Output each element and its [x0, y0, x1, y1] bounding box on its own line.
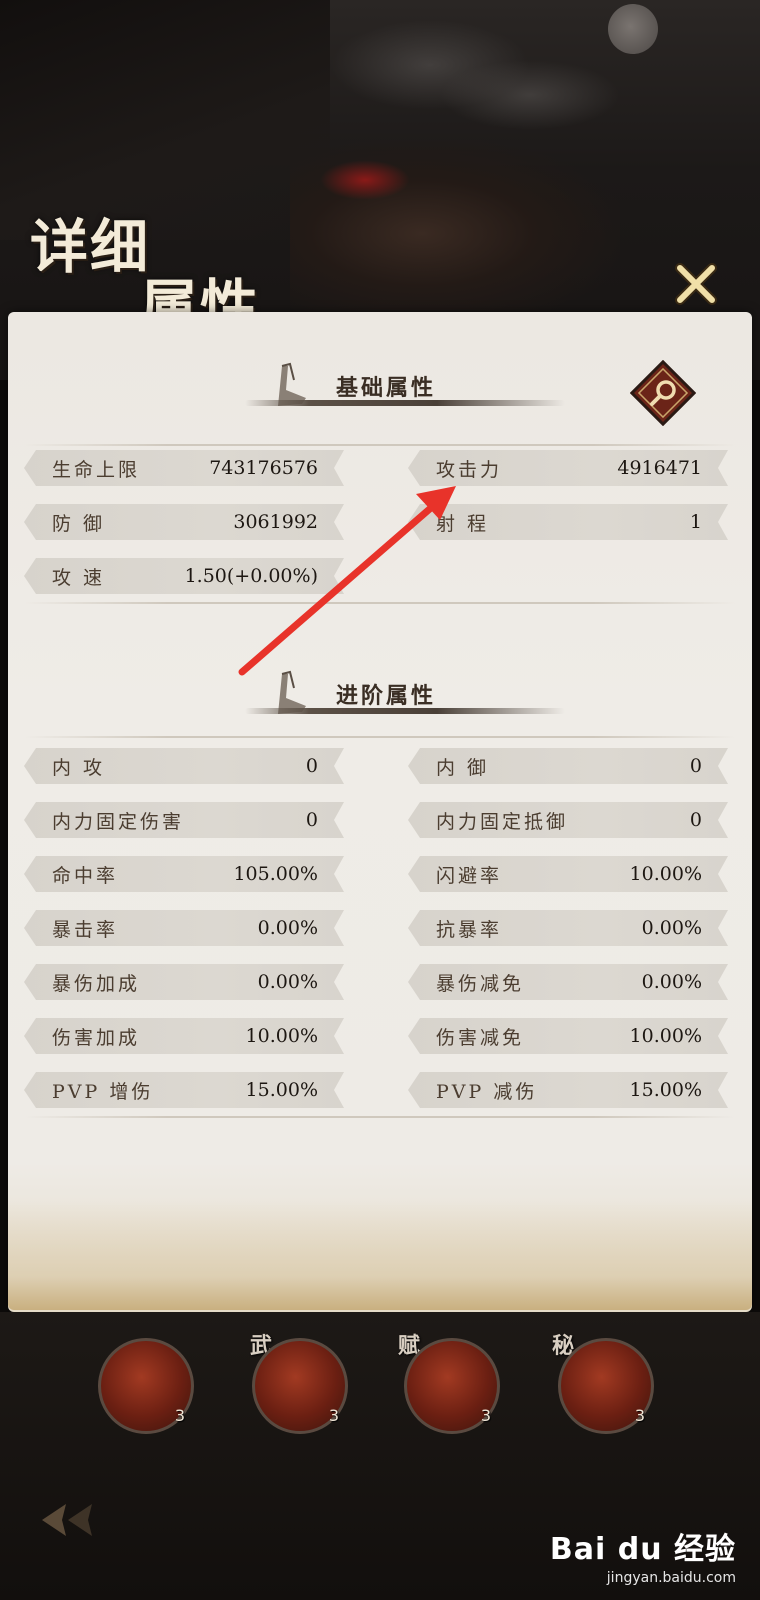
close-icon — [675, 263, 717, 305]
advanced-section-header: 进阶属性 — [0, 670, 760, 730]
stat-hp-max: 生命上限 743176576 — [24, 450, 344, 486]
stat-crit-rate: 暴击率 0.00% — [24, 910, 344, 946]
moon — [608, 4, 658, 54]
stat-label: 防 御 — [52, 512, 106, 535]
skill-slot-4[interactable]: 3 — [558, 1338, 654, 1434]
advanced-section-title: 进阶属性 — [336, 683, 437, 709]
stat-label: 内 御 — [436, 756, 490, 779]
stat-label: 伤害减免 — [436, 1026, 525, 1049]
back-arrow-icon — [42, 1504, 92, 1536]
stat-inner-attack: 内 攻 0 — [24, 748, 344, 784]
skill-slot-2[interactable]: 3 — [252, 1338, 348, 1434]
divider — [25, 736, 735, 738]
stat-inner-fixed-damage: 内力固定伤害 0 — [24, 802, 344, 838]
stat-value: 0.00% — [257, 917, 318, 939]
stat-value: 4916471 — [617, 457, 702, 479]
stat-value: 1 — [689, 511, 702, 533]
stat-value: 743176576 — [209, 457, 318, 479]
basic-section-title: 基础属性 — [336, 375, 437, 401]
stat-value: 15.00% — [245, 1079, 318, 1101]
stat-value: 1.50(+0.00%) — [184, 565, 318, 587]
stat-label: 攻 速 — [52, 566, 106, 589]
stat-value: 15.00% — [629, 1079, 702, 1101]
stat-crit-resist: 抗暴率 0.00% — [408, 910, 728, 946]
stat-dodge-rate: 闪避率 10.00% — [408, 856, 728, 892]
stat-label: 内 攻 — [52, 756, 106, 779]
stat-value: 10.00% — [245, 1025, 318, 1047]
skill-level: 3 — [634, 1406, 645, 1425]
search-icon — [630, 360, 696, 426]
stat-label: 内力固定伤害 — [52, 810, 185, 833]
skill-level: 3 — [480, 1406, 491, 1425]
stat-defense: 防 御 3061992 — [24, 504, 344, 540]
watermark-brand: Bai du 经验 — [549, 1532, 736, 1567]
skill-slot-3[interactable]: 3 — [404, 1338, 500, 1434]
stat-value: 0 — [689, 755, 702, 777]
stat-label: 内力固定抵御 — [436, 810, 569, 833]
page-title-line1: 详细 — [30, 213, 151, 281]
stat-value: 0 — [305, 755, 318, 777]
stat-label: PVP 增伤 — [52, 1080, 154, 1103]
stat-attack-speed: 攻 速 1.50(+0.00%) — [24, 558, 344, 594]
stat-label: 抗暴率 — [436, 918, 503, 941]
page-title: 详细 属性 — [20, 190, 260, 341]
watermark: Bai du 经验 jingyan.baidu.com — [550, 1524, 736, 1586]
stat-value: 10.00% — [629, 1025, 702, 1047]
stat-crit-damage-bonus: 暴伤加成 0.00% — [24, 964, 344, 1000]
stat-label: PVP 减伤 — [436, 1080, 538, 1103]
search-button[interactable] — [630, 360, 696, 426]
stat-value: 0 — [689, 809, 702, 831]
stat-label: 生命上限 — [52, 458, 141, 481]
stat-label: 暴伤加成 — [52, 972, 141, 995]
stat-value: 0 — [305, 809, 318, 831]
divider — [25, 1116, 735, 1118]
hero-portrait-accent — [320, 160, 410, 200]
stat-value: 105.00% — [233, 863, 318, 885]
back-button[interactable] — [36, 1500, 96, 1540]
stat-damage-reduction: 伤害减免 10.00% — [408, 1018, 728, 1054]
divider — [25, 602, 735, 604]
stat-value: 10.00% — [629, 863, 702, 885]
stat-label: 射 程 — [436, 512, 490, 535]
divider — [25, 444, 735, 446]
stat-label: 伤害加成 — [52, 1026, 141, 1049]
stat-pvp-damage-reduction: PVP 减伤 15.00% — [408, 1072, 728, 1108]
stat-pvp-damage-bonus: PVP 增伤 15.00% — [24, 1072, 344, 1108]
close-button[interactable] — [668, 256, 724, 312]
stat-inner-fixed-resist: 内力固定抵御 0 — [408, 802, 728, 838]
stat-value: 3061992 — [233, 511, 318, 533]
stat-label: 暴伤减免 — [436, 972, 525, 995]
stat-crit-damage-reduction: 暴伤减免 0.00% — [408, 964, 728, 1000]
stat-label: 命中率 — [52, 864, 119, 887]
stat-label: 暴击率 — [52, 918, 119, 941]
watermark-url: jingyan.baidu.com — [606, 1570, 736, 1586]
stat-value: 0.00% — [257, 971, 318, 993]
skill-slot-1[interactable]: 3 — [98, 1338, 194, 1434]
stat-hit-rate: 命中率 105.00% — [24, 856, 344, 892]
stat-inner-defense: 内 御 0 — [408, 748, 728, 784]
panel-gold-trim — [8, 1200, 752, 1310]
skill-level: 3 — [174, 1406, 185, 1425]
skill-level: 3 — [328, 1406, 339, 1425]
cloud — [440, 60, 620, 130]
stat-label: 闪避率 — [436, 864, 503, 887]
stat-attack: 攻击力 4916471 — [408, 450, 728, 486]
stat-value: 0.00% — [641, 917, 702, 939]
stat-damage-bonus: 伤害加成 10.00% — [24, 1018, 344, 1054]
stat-label: 攻击力 — [436, 458, 503, 481]
stat-range: 射 程 1 — [408, 504, 728, 540]
stat-value: 0.00% — [641, 971, 702, 993]
